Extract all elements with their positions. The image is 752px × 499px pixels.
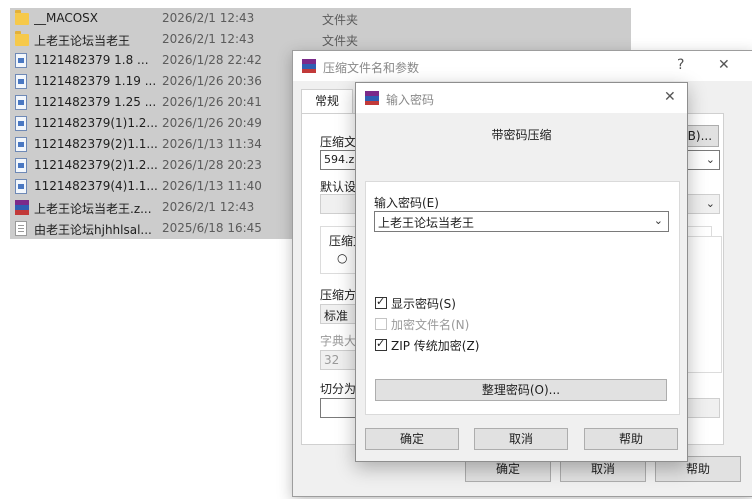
password-value: 上老王论坛当老王 bbox=[378, 216, 475, 230]
file-name: 1121482379 1.8 ... bbox=[34, 53, 149, 67]
archive-name-label: 压缩文 bbox=[320, 135, 357, 149]
document-icon bbox=[15, 179, 27, 194]
tab-general[interactable]: 常规 bbox=[301, 89, 353, 114]
password-dialog: 输入密码 ✕ 带密码压缩 输入密码(E) 上老王论坛当老王 ⌄ 显示密码(S) … bbox=[355, 82, 688, 462]
file-date: 2026/1/28 20:23 bbox=[162, 158, 262, 172]
file-date: 2026/1/28 22:42 bbox=[162, 53, 262, 67]
pw-help-button[interactable]: 帮助 bbox=[584, 428, 678, 450]
archive-dialog-titlebar[interactable]: 压缩文件名和参数 ? ✕ bbox=[293, 51, 752, 81]
archive-icon bbox=[15, 200, 29, 215]
encrypt-names-checkbox[interactable] bbox=[375, 318, 387, 330]
file-type: 文件夹 bbox=[322, 34, 359, 48]
file-date: 2026/1/26 20:41 bbox=[162, 95, 262, 109]
password-group: 输入密码(E) 上老王论坛当老王 ⌄ 显示密码(S) 加密文件名(N) ZIP … bbox=[365, 181, 680, 415]
file-date: 2026/1/26 20:49 bbox=[162, 116, 262, 130]
document-icon bbox=[15, 137, 27, 152]
compression-method-value: 标准 bbox=[324, 309, 349, 323]
encrypt-names-label: 加密文件名(N) bbox=[391, 318, 470, 332]
file-name: 1121482379 1.25 ... bbox=[34, 95, 157, 109]
file-date: 2025/6/18 16:45 bbox=[162, 221, 262, 235]
close-icon[interactable]: ✕ bbox=[718, 57, 730, 73]
default-profile-label: 默认设 bbox=[320, 180, 357, 194]
document-icon bbox=[15, 95, 27, 110]
close-icon[interactable]: ✕ bbox=[664, 89, 676, 105]
file-date: 2026/2/1 12:43 bbox=[162, 32, 255, 46]
document-icon bbox=[15, 53, 27, 68]
file-type: 文件夹 bbox=[322, 13, 359, 27]
file-name: 1121482379(4)1.1... bbox=[34, 179, 158, 193]
chevron-down-icon[interactable]: ⌄ bbox=[706, 197, 715, 210]
folder-icon bbox=[15, 10, 29, 25]
enter-password-label: 输入密码(E) bbox=[374, 196, 439, 210]
password-dialog-title: 输入密码 bbox=[386, 93, 435, 107]
file-name: 1121482379 1.19 ... bbox=[34, 74, 157, 88]
file-date: 2026/2/1 12:43 bbox=[162, 200, 255, 214]
text-file-icon bbox=[15, 221, 27, 236]
chevron-down-icon[interactable]: ⌄ bbox=[706, 153, 715, 166]
file-name: 1121482379(2)1.2... bbox=[34, 158, 158, 172]
file-date: 2026/1/13 11:40 bbox=[162, 179, 262, 193]
split-label: 切分为 bbox=[320, 382, 357, 396]
file-name: 上老王论坛当老王.z... bbox=[34, 202, 152, 216]
organize-passwords-button[interactable]: 整理密码(O)... bbox=[375, 379, 667, 401]
file-date: 2026/2/1 12:43 bbox=[162, 11, 255, 25]
zip-legacy-checkbox[interactable] bbox=[375, 337, 387, 351]
compression-method-label: 压缩方 bbox=[320, 288, 357, 302]
file-name: 由老王论坛hjhhlsal... bbox=[34, 223, 152, 237]
dictionary-value: 32 bbox=[324, 353, 340, 367]
document-icon bbox=[15, 74, 27, 89]
file-name: 1121482379(1)1.2... bbox=[34, 116, 158, 130]
radio-icon[interactable]: ○ bbox=[337, 251, 347, 265]
file-name: 1121482379(2)1.1... bbox=[34, 137, 158, 151]
document-icon bbox=[15, 158, 27, 173]
zip-legacy-label: ZIP 传统加密(Z) bbox=[391, 339, 480, 353]
chevron-down-icon[interactable]: ⌄ bbox=[654, 214, 663, 227]
show-password-label: 显示密码(S) bbox=[391, 297, 456, 311]
file-name: 上老王论坛当老王 bbox=[34, 34, 131, 48]
dictionary-label: 字典大 bbox=[320, 334, 357, 348]
file-name: __MACOSX bbox=[34, 11, 99, 25]
winrar-icon bbox=[365, 91, 379, 105]
archive-dialog-title: 压缩文件名和参数 bbox=[323, 61, 420, 75]
pw-cancel-button[interactable]: 取消 bbox=[474, 428, 568, 450]
file-row[interactable]: 上老王论坛当老王 2026/2/1 12:43 文件夹 bbox=[10, 29, 631, 50]
password-input[interactable]: 上老王论坛当老王 ⌄ bbox=[374, 211, 669, 232]
folder-icon bbox=[15, 31, 29, 46]
winrar-icon bbox=[302, 59, 316, 73]
pw-ok-button[interactable]: 确定 bbox=[365, 428, 459, 450]
file-date: 2026/1/26 20:36 bbox=[162, 74, 262, 88]
file-date: 2026/1/13 11:34 bbox=[162, 137, 262, 151]
help-icon[interactable]: ? bbox=[677, 57, 684, 73]
show-password-checkbox[interactable] bbox=[375, 295, 387, 309]
file-row[interactable]: __MACOSX 2026/2/1 12:43 文件夹 bbox=[10, 8, 631, 29]
document-icon bbox=[15, 116, 27, 131]
password-heading: 带密码压缩 bbox=[491, 128, 552, 142]
password-dialog-titlebar[interactable]: 输入密码 ✕ bbox=[356, 83, 687, 113]
